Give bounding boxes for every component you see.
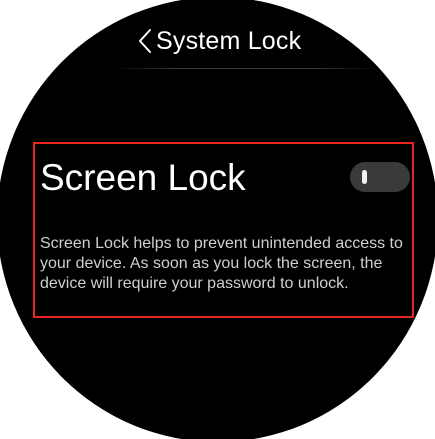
screen-lock-setting: Screen Lock Screen Lock helps to prevent… [33, 142, 414, 318]
page-title: System Lock [156, 27, 302, 55]
toggle-knob [362, 170, 367, 184]
chevron-left-icon [138, 28, 152, 54]
screen-lock-toggle[interactable] [350, 162, 410, 192]
header: System Lock [0, 0, 435, 70]
back-button[interactable] [138, 24, 152, 58]
header-divider [112, 68, 377, 69]
setting-title: Screen Lock [40, 157, 246, 198]
screen: System Lock Screen Lock Screen Lock help… [0, 0, 435, 439]
setting-description: Screen Lock helps to prevent unintended … [40, 235, 403, 292]
